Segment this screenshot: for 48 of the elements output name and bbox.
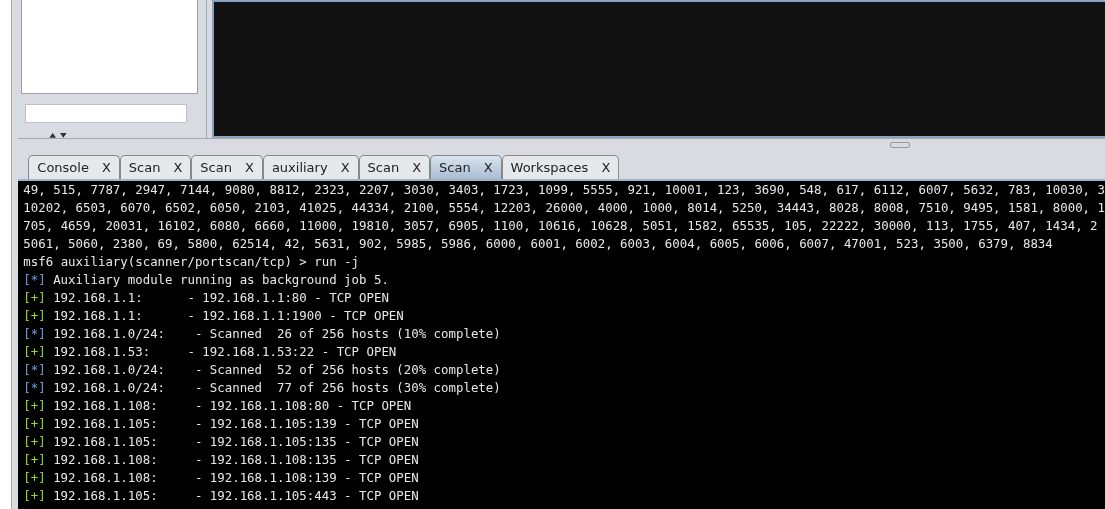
status-marker: [*] [23, 271, 46, 289]
console-line: 192.168.1.105: - 192.168.1.105:443 - TCP OPEN [53, 487, 419, 505]
console-line: Auxiliary module running as background job 5. [53, 271, 389, 289]
console-line: 5061, 5060, 2380, 69, 5800, 62514, 42, 5631, 902, 5985, 5986, 6000, 6001, 6002, 6003, 6004, 6005, 6006, 6007, 47001, 523, 3500, 6379, 8834 [23, 235, 1053, 253]
tab[interactable]: Scan X [430, 155, 502, 179]
close-tab-button[interactable]: X [340, 160, 350, 175]
close-tab-button[interactable]: X [101, 160, 111, 175]
status-marker: [+] [23, 415, 46, 433]
status-marker: [+] [23, 289, 46, 307]
status-marker: [*] [23, 361, 46, 379]
status-marker: [+] [23, 307, 46, 325]
status-marker: [+] [23, 469, 46, 487]
console-line: 192.168.1.1: - 192.168.1.1:1900 - TCP OPEN [53, 307, 404, 325]
splitter-handle[interactable] [890, 142, 910, 148]
console-line: 192.168.1.0/24: - Scanned 26 of 256 hosts (10% complete) [53, 325, 501, 343]
close-tab-button[interactable]: X [601, 160, 611, 175]
console-line: 49, 515, 7787, 2947, 7144, 9080, 8812, 2323, 2207, 3030, 3403, 1723, 1099, 5555, 921, 10001, 123, 3690, 548, 617, 6112, 6007, 5632, 783, 10030, 3 [23, 181, 1105, 199]
close-tab-button[interactable]: X [412, 160, 422, 175]
status-marker: [*] [23, 379, 46, 397]
console-line: 192.168.1.105: - 192.168.1.105:135 - TCP OPEN [53, 433, 419, 451]
splitter-arrows-icon[interactable] [49, 132, 68, 138]
console-line: 192.168.1.0/24: - Scanned 52 of 256 hosts (20% complete) [53, 361, 501, 379]
tab[interactable]: auxiliary X [262, 155, 359, 179]
console-line: 192.168.1.1: - 192.168.1.1:80 - TCP OPEN [53, 289, 389, 307]
console-line: 192.168.1.108: - 192.168.1.108:80 - TCP OPEN [53, 397, 412, 415]
tab[interactable]: Scan X [119, 155, 192, 179]
console-line: msf6 auxiliary(scanner/portscan/tcp) > run -j [23, 253, 360, 271]
input-field[interactable] [25, 103, 188, 124]
close-tab-button[interactable]: X [483, 160, 493, 175]
status-marker: [+] [23, 343, 46, 361]
console-line: 705, 4659, 20031, 16102, 6080, 6660, 11000, 19810, 3057, 6905, 1100, 10616, 10628, 5051, 1582, 65535, 105, 22222, 30000, 113, 1755, 407, 1434, 2 [23, 217, 1098, 235]
tab[interactable]: Workspaces X [501, 155, 620, 179]
close-tab-button[interactable]: X [244, 160, 254, 175]
console-line: 192.168.1.108: - 192.168.1.108:135 - TCP OPEN [53, 451, 419, 469]
tab[interactable]: Console X [28, 155, 120, 179]
status-marker: [+] [23, 451, 46, 469]
console-line: 192.168.1.53: - 192.168.1.53:22 - TCP OPEN [53, 343, 397, 361]
close-tab-button[interactable]: X [173, 160, 183, 175]
status-marker: [+] [23, 433, 46, 451]
tab[interactable]: Scan X [358, 155, 431, 179]
tab[interactable]: Scan X [191, 155, 263, 179]
status-marker: [+] [23, 487, 46, 505]
console-line: 192.168.1.0/24: - Scanned 77 of 256 hosts (30% complete) [53, 379, 501, 397]
console-line: 10202, 6503, 6070, 6502, 6050, 2103, 41025, 44334, 2100, 5554, 12203, 26000, 4000, 1000, 8014, 5250, 34443, 8028, 8008, 7510, 9495, 1581, 8000, 1 [23, 199, 1105, 217]
status-marker: [*] [23, 325, 46, 343]
console-line: 192.168.1.105: - 192.168.1.105:139 - TCP OPEN [53, 415, 419, 433]
status-marker: [+] [23, 397, 46, 415]
console-line: 192.168.1.108: - 192.168.1.108:139 - TCP OPEN [53, 469, 419, 487]
